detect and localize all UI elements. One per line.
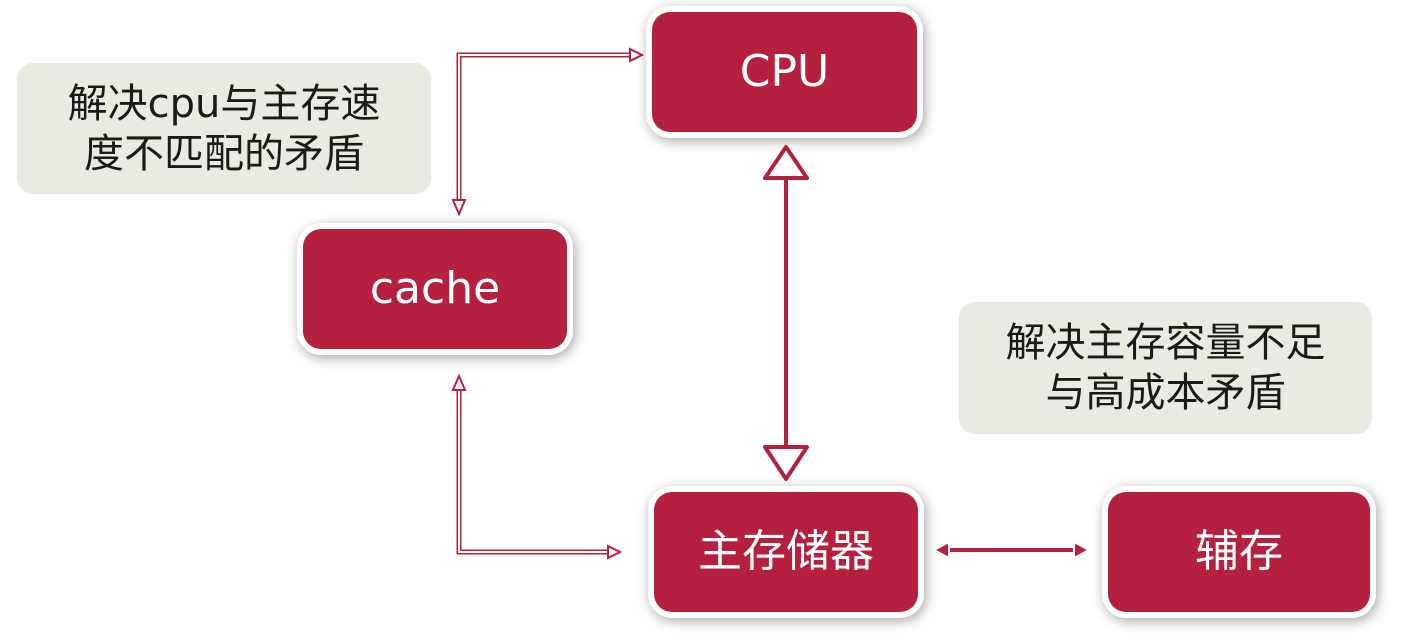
cache-label: cache	[369, 263, 501, 314]
cache-main-connector	[451, 373, 623, 560]
cpu-main-arrow	[763, 145, 809, 481]
note-cache-line-2: 度不匹配的矛盾	[84, 130, 364, 177]
auxiliary-storage-label: 辅存	[1195, 526, 1283, 577]
memory-hierarchy-diagram: 解决cpu与主存速 度不匹配的矛盾 解决主存容量不足 与高成本矛盾 CPU ca…	[0, 0, 1421, 635]
note-cache-purpose: 解决cpu与主存速 度不匹配的矛盾	[17, 63, 431, 194]
note-aux-line-2: 与高成本矛盾	[1045, 370, 1286, 416]
cache-node: cache	[303, 229, 567, 349]
auxiliary-storage-node: 辅存	[1108, 492, 1370, 612]
cpu-label: CPU	[739, 46, 830, 97]
note-aux-line-1: 解决主存容量不足	[1005, 320, 1326, 366]
main-aux-arrow	[931, 540, 1092, 560]
main-memory-node: 主存储器	[654, 492, 918, 612]
main-memory-label: 主存储器	[698, 526, 874, 577]
note-cache-line-1: 解决cpu与主存速	[67, 80, 381, 127]
note-aux-purpose: 解决主存容量不足 与高成本矛盾	[959, 302, 1372, 434]
cache-cpu-connector	[451, 47, 645, 217]
cpu-node: CPU	[652, 12, 917, 132]
